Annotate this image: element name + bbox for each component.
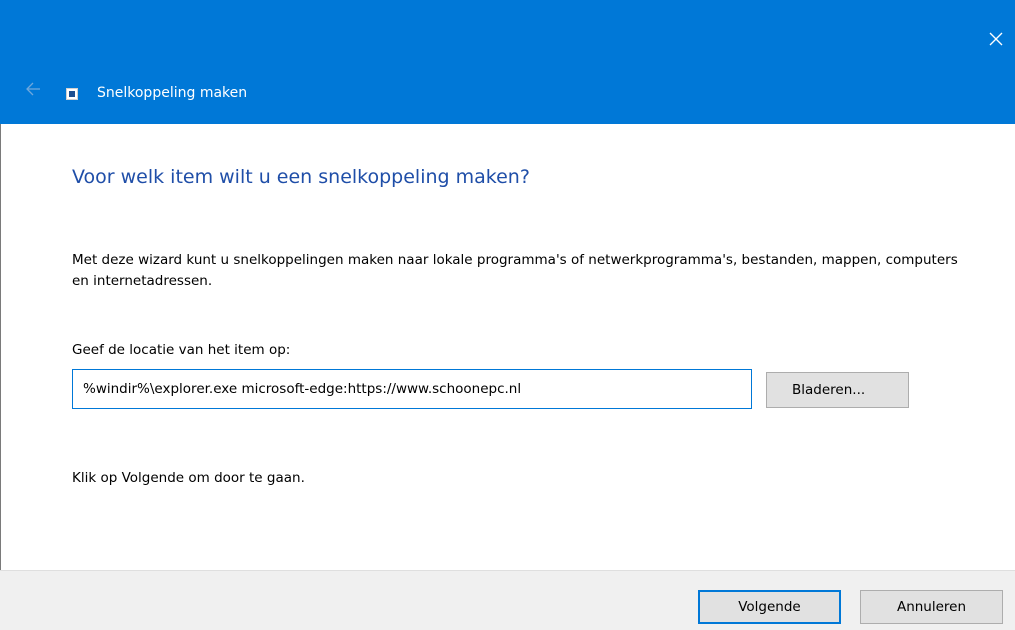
shortcut-wizard-window: Snelkoppeling maken Voor welk item wilt … [0, 0, 1015, 630]
window-title: Snelkoppeling maken [97, 85, 248, 101]
close-button[interactable] [977, 20, 1015, 58]
browse-button[interactable]: Bladeren... [766, 372, 909, 408]
back-arrow-icon [26, 82, 40, 96]
close-icon [989, 32, 1003, 46]
next-button[interactable]: Volgende [698, 590, 841, 624]
location-input[interactable] [72, 369, 752, 409]
cancel-button[interactable]: Annuleren [860, 590, 1003, 624]
shortcut-icon [66, 88, 78, 100]
back-button[interactable] [20, 78, 46, 100]
wizard-description: Met deze wizard kunt u snelkoppelingen m… [72, 252, 958, 289]
location-label: Geef de locatie van het item op: [72, 342, 291, 358]
page-heading: Voor welk item wilt u een snelkoppeling … [72, 166, 530, 188]
title-bar: Snelkoppeling maken [0, 0, 1015, 124]
continue-hint: Klik op Volgende om door te gaan. [72, 470, 305, 486]
button-bar: Volgende Annuleren [0, 570, 1015, 630]
window-border [0, 124, 1, 570]
